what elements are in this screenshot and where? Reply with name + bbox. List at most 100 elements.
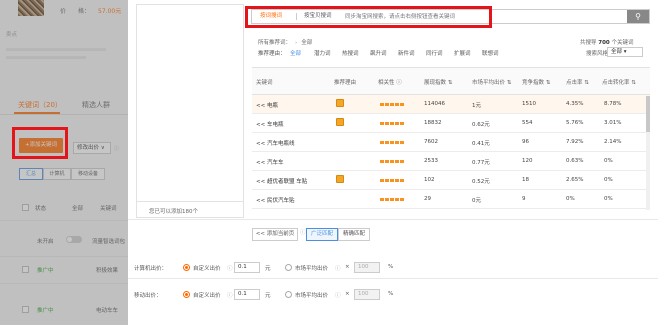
pc-custom-bid-radio[interactable]: [183, 264, 190, 271]
row-competition: 18: [522, 177, 529, 183]
section-divider: [128, 219, 658, 220]
column-ctr-label: 点击率: [566, 80, 583, 86]
modify-bid-select[interactable]: 修改出价 ∨: [73, 142, 111, 154]
total-number: 700: [598, 40, 610, 46]
row-avg-bid: 1元: [472, 103, 481, 109]
keyword-column-label: 关键词: [100, 206, 117, 212]
row-competition: 554: [522, 120, 533, 126]
row-checkbox[interactable]: [22, 306, 29, 313]
pc-market-bid-label: 市场平均出价: [295, 266, 329, 272]
table-row[interactable]: << 汽车车 2533 0.77元 120 0.63% 0%: [252, 152, 650, 171]
mobile-custom-bid-label: 自定义出价: [193, 293, 221, 299]
row-checkbox[interactable]: [22, 266, 29, 273]
segment-computer[interactable]: 计算机: [43, 168, 71, 180]
price-value: 57.00元: [98, 8, 122, 15]
row-keyword[interactable]: << 超优者联盟 车贴: [256, 177, 307, 185]
table-row[interactable]: << 电瓶 114046 1元 1510 4.35% 8.78%: [252, 95, 650, 114]
breadcrumb: 所有推荐词： › 全部: [258, 40, 313, 46]
filter-potential[interactable]: 潜力词: [314, 49, 331, 57]
filter-extend[interactable]: 扩展词: [454, 49, 471, 57]
table-row[interactable]: << 车电瓶 18832 0.62元 554 5.76% 3.01%: [252, 114, 650, 133]
row-avg-bid: 0.62元: [472, 122, 490, 128]
help-icon[interactable]: ⓘ: [227, 264, 233, 272]
add-current-page-button[interactable]: << 添加当前页: [252, 228, 298, 241]
row-impressions: 102: [424, 177, 435, 183]
tab-audience[interactable]: 精选人群: [82, 100, 110, 110]
table-row[interactable]: << 民伏汽车贴 29 0元 9 0% 0%: [252, 190, 650, 209]
row-keyword[interactable]: 积极效果: [96, 266, 118, 274]
table-row[interactable]: << 汽车电瓶线 7602 0.41元 96 7.92% 2.14%: [252, 133, 650, 152]
select-all-checkbox[interactable]: [22, 204, 29, 211]
row-ctr: 0%: [566, 196, 575, 202]
row-ctr: 0.63%: [566, 158, 584, 164]
relevance-bar: [380, 103, 404, 106]
segment-mobile[interactable]: 移动设备: [71, 168, 105, 180]
row-impressions: 2533: [424, 158, 438, 164]
table-row[interactable]: << 超优者联盟 车贴 102 0.52元 18 2.65% 0%: [252, 171, 650, 190]
row-avg-bid: 0.77元: [472, 160, 490, 166]
price-label: 价 格：: [60, 8, 91, 15]
segment-summary[interactable]: 汇总: [19, 168, 43, 180]
filter-associate[interactable]: 联想词: [482, 49, 499, 57]
column-ctr[interactable]: 点击率 ⇅: [566, 78, 589, 86]
keyword-table-header: 关键词 推荐理由 相关性 ⓘ 展现指数 ⇅ 市场平均出价 ⇅ 竞争指数 ⇅ 点击…: [252, 67, 650, 95]
mobile-bid-unit: 元: [265, 293, 271, 299]
help-icon[interactable]: ⓘ: [114, 145, 119, 152]
row-impressions: 18832: [424, 120, 442, 126]
row-competition: 96: [522, 139, 529, 145]
mobile-percent-input[interactable]: 100: [354, 289, 380, 300]
sort-select[interactable]: 全部 ▾: [607, 47, 643, 57]
row-cvr: 8.78%: [604, 101, 622, 107]
pc-custom-bid-input[interactable]: 0.1: [234, 262, 260, 273]
column-impressions-label: 展现指数: [424, 80, 447, 86]
smart-match-label: 流量智选词包: [92, 239, 126, 245]
pc-percent-input[interactable]: 100: [354, 262, 380, 273]
mobile-custom-bid-input[interactable]: 0.1: [234, 289, 260, 300]
help-icon[interactable]: ⓘ: [335, 264, 341, 272]
mobile-times-sign: ×: [345, 291, 350, 297]
filter-hot[interactable]: 热搜词: [342, 49, 359, 57]
section-divider: [128, 278, 658, 279]
filter-all[interactable]: 全部: [290, 49, 301, 57]
selected-keywords-pane: [136, 4, 244, 218]
help-icon[interactable]: ⓘ: [335, 291, 341, 299]
status-filter-value[interactable]: 全部: [72, 204, 83, 212]
sort-value: 全部: [611, 49, 623, 55]
help-icon[interactable]: ⓘ: [300, 228, 306, 241]
row-keyword[interactable]: << 车电瓶: [256, 120, 283, 128]
column-relevance[interactable]: 相关性 ⓘ: [378, 78, 402, 86]
pc-market-bid-radio[interactable]: [285, 264, 292, 271]
breadcrumb-value[interactable]: 全部: [301, 40, 312, 46]
breadcrumb-label: 所有推荐词：: [258, 40, 292, 46]
column-impressions[interactable]: 展现指数 ⇅: [424, 78, 452, 86]
search-button[interactable]: ⚲: [627, 10, 649, 23]
mobile-custom-bid-radio[interactable]: [183, 291, 190, 298]
status-badge: 推广中: [37, 268, 54, 274]
filter-rising[interactable]: 飙升词: [370, 49, 387, 57]
tab-keywords[interactable]: 关键词（20）: [18, 100, 62, 110]
row-ctr: 4.35%: [566, 101, 584, 107]
pc-bid-row: 计算机出价： 自定义出价 ⓘ 0.1 元 市场平均出价 ⓘ × 100 %: [134, 262, 434, 274]
filter-peer[interactable]: 同行词: [426, 49, 443, 57]
broad-match-button[interactable]: 广泛匹配: [306, 228, 338, 241]
row-keyword[interactable]: << 汽车车: [256, 158, 283, 166]
smart-match-toggle[interactable]: [66, 236, 82, 243]
mobile-market-bid-radio[interactable]: [285, 291, 292, 298]
modify-bid-label: 修改出价: [77, 145, 100, 151]
column-cvr[interactable]: 点击转化率 ⇅: [602, 78, 636, 86]
column-competition[interactable]: 竞争指数 ⇅: [522, 78, 550, 86]
row-keyword[interactable]: << 民伏汽车贴: [256, 196, 294, 204]
row-keyword[interactable]: 电动车车: [96, 306, 118, 314]
column-avg-bid[interactable]: 市场平均出价 ⇅: [472, 78, 511, 86]
row-avg-bid: 0.41元: [472, 141, 490, 147]
row-competition: 9: [522, 196, 526, 202]
exact-match-button[interactable]: 精确匹配: [338, 228, 370, 241]
help-icon[interactable]: ⓘ: [227, 291, 233, 299]
mobile-bid-label: 移动出价：: [134, 293, 162, 299]
row-competition: 1510: [522, 101, 536, 107]
row-divider: [0, 256, 128, 257]
table-scrollbar-thumb[interactable]: [646, 96, 650, 132]
filter-new[interactable]: 新件词: [398, 49, 415, 57]
row-keyword[interactable]: << 电瓶: [256, 101, 278, 109]
row-keyword[interactable]: << 汽车电瓶线: [256, 139, 294, 147]
